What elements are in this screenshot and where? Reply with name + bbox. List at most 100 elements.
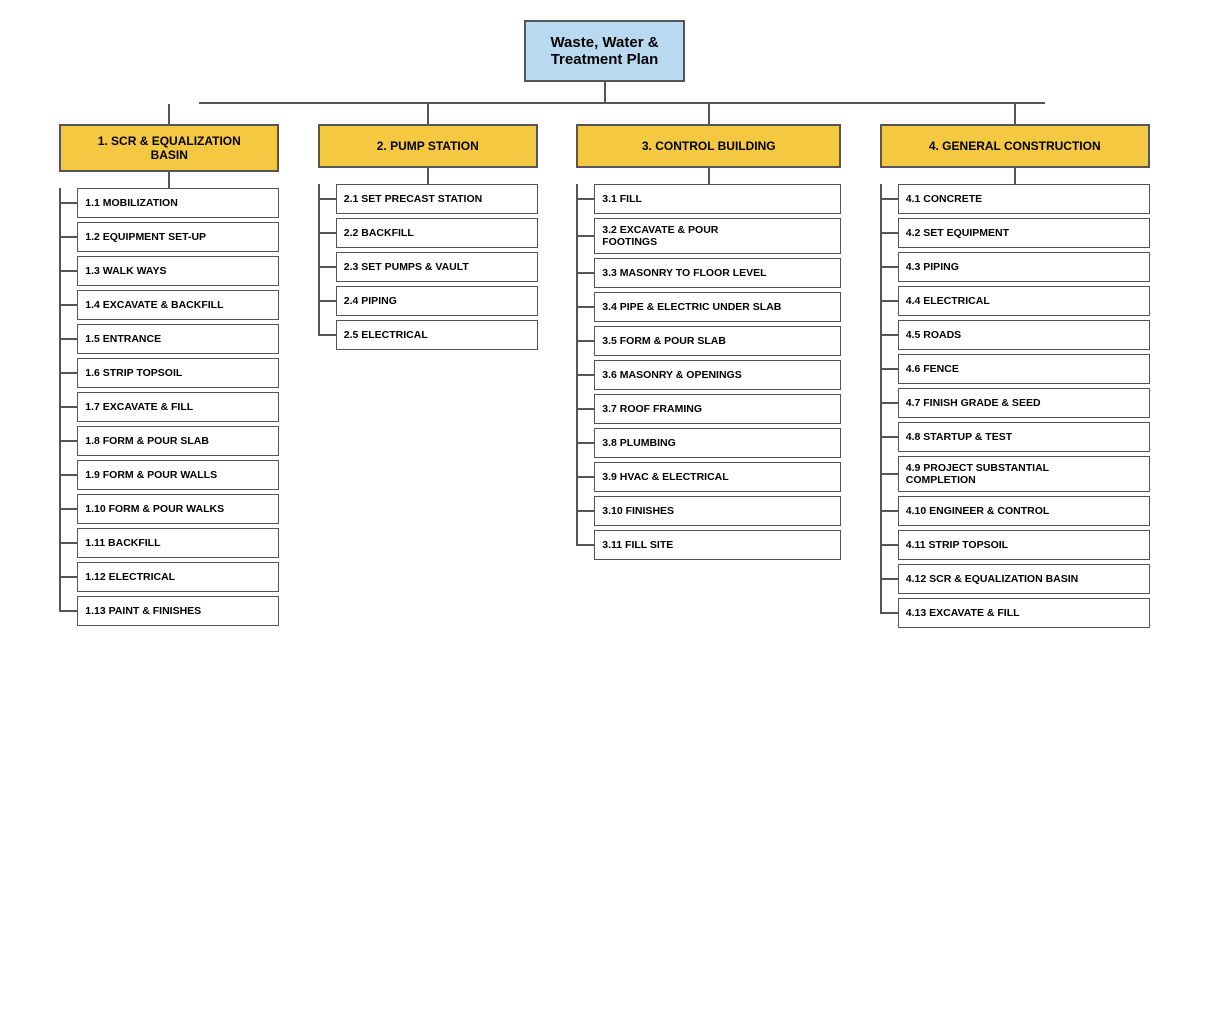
item-row: 4.2 SET EQUIPMENT: [880, 218, 1150, 248]
cat-line-down: [708, 168, 710, 184]
item-box: 3.5 FORM & POUR SLAB: [594, 326, 841, 356]
item-row: 2.4 PIPING: [318, 286, 538, 316]
item-h-line: [880, 473, 898, 475]
cat-box-col2: 2. PUMP STATION: [318, 124, 538, 168]
column-col4: 4. GENERAL CONSTRUCTION 4.1 CONCRETE 4.2 S…: [880, 104, 1150, 632]
item-h-line: [59, 236, 77, 238]
item-h-line: [576, 408, 594, 410]
column-col2: 2. PUMP STATION 2.1 SET PRECAST STATION 2.…: [318, 104, 538, 632]
item-row: 1.8 FORM & POUR SLAB: [59, 426, 279, 456]
col-line-top: [1014, 104, 1016, 124]
item-row: 1.4 EXCAVATE & BACKFILL: [59, 290, 279, 320]
item-box: 3.3 MASONRY TO FLOOR LEVEL: [594, 258, 841, 288]
item-row: 4.3 PIPING: [880, 252, 1150, 282]
item-row: 3.7 ROOF FRAMING: [576, 394, 841, 424]
item-row: 1.2 EQUIPMENT SET-UP: [59, 222, 279, 252]
item-h-line: [59, 338, 77, 340]
item-row: 1.13 PAINT & FINISHES: [59, 596, 279, 626]
item-row: 1.9 FORM & POUR WALLS: [59, 460, 279, 490]
item-row: 2.1 SET PRECAST STATION: [318, 184, 538, 214]
item-box: 4.13 EXCAVATE & FILL: [898, 598, 1150, 628]
item-row: 4.1 CONCRETE: [880, 184, 1150, 214]
item-h-line: [576, 442, 594, 444]
cat-line-down: [1014, 168, 1016, 184]
item-h-line: [880, 578, 898, 580]
item-row: 3.9 HVAC & ELECTRICAL: [576, 462, 841, 492]
item-h-line: [880, 334, 898, 336]
item-h-line: [880, 436, 898, 438]
items-backbone: [576, 184, 578, 545]
item-row: 1.10 FORM & POUR WALKS: [59, 494, 279, 524]
root-box: Waste, Water & Treatment Plan: [524, 20, 684, 82]
item-row: 4.5 ROADS: [880, 320, 1150, 350]
item-row: 3.1 FILL: [576, 184, 841, 214]
item-h-line: [59, 440, 77, 442]
item-h-line: [318, 300, 336, 302]
item-row: 4.4 ELECTRICAL: [880, 286, 1150, 316]
cat-line-down: [427, 168, 429, 184]
item-h-line: [880, 612, 898, 614]
item-h-line: [576, 340, 594, 342]
item-box: 1.7 EXCAVATE & FILL: [77, 392, 279, 422]
item-box: 1.6 STRIP TOPSOIL: [77, 358, 279, 388]
item-row: 2.3 SET PUMPS & VAULT: [318, 252, 538, 282]
item-box: 3.7 ROOF FRAMING: [594, 394, 841, 424]
item-box: 4.8 STARTUP & TEST: [898, 422, 1150, 452]
items-list-col1: 1.1 MOBILIZATION1.2 EQUIPMENT SET-UP1.3 …: [59, 188, 279, 630]
item-box: 3.6 MASONRY & OPENINGS: [594, 360, 841, 390]
item-h-line: [576, 374, 594, 376]
items-backbone: [880, 184, 882, 613]
item-box: 3.1 FILL: [594, 184, 841, 214]
item-row: 4.9 PROJECT SUBSTANTIAL COMPLETION: [880, 456, 1150, 492]
item-row: 3.6 MASONRY & OPENINGS: [576, 360, 841, 390]
item-row: 1.12 ELECTRICAL: [59, 562, 279, 592]
item-row: 3.4 PIPE & ELECTRIC UNDER SLAB: [576, 292, 841, 322]
item-box: 2.3 SET PUMPS & VAULT: [336, 252, 538, 282]
item-box: 3.9 HVAC & ELECTRICAL: [594, 462, 841, 492]
item-h-line: [576, 272, 594, 274]
item-box: 1.2 EQUIPMENT SET-UP: [77, 222, 279, 252]
item-row: 1.11 BACKFILL: [59, 528, 279, 558]
item-h-line: [59, 508, 77, 510]
item-row: 3.3 MASONRY TO FLOOR LEVEL: [576, 258, 841, 288]
column-col1: 1. SCR & EQUALIZATION BASIN1.1 MOBILIZAT…: [59, 104, 279, 632]
item-row: 3.10 FINISHES: [576, 496, 841, 526]
cat-line-down: [168, 172, 170, 188]
item-h-line: [59, 202, 77, 204]
item-box: 1.5 ENTRANCE: [77, 324, 279, 354]
item-h-line: [880, 368, 898, 370]
root-title: Waste, Water & Treatment Plan: [550, 34, 658, 68]
item-box: 2.2 BACKFILL: [336, 218, 538, 248]
item-box: 1.9 FORM & POUR WALLS: [77, 460, 279, 490]
items-backbone: [318, 184, 320, 335]
item-box: 2.4 PIPING: [336, 286, 538, 316]
item-box: 4.7 FINISH GRADE & SEED: [898, 388, 1150, 418]
item-h-line: [59, 576, 77, 578]
item-row: 2.5 ELECTRICAL: [318, 320, 538, 350]
item-box: 1.10 FORM & POUR WALKS: [77, 494, 279, 524]
col-line-top: [708, 104, 710, 124]
item-box: 1.4 EXCAVATE & BACKFILL: [77, 290, 279, 320]
item-h-line: [880, 402, 898, 404]
item-box: 3.10 FINISHES: [594, 496, 841, 526]
item-box: 4.6 FENCE: [898, 354, 1150, 384]
item-box: 4.10 ENGINEER & CONTROL: [898, 496, 1150, 526]
item-box: 4.4 ELECTRICAL: [898, 286, 1150, 316]
cat-box-col4: 4. GENERAL CONSTRUCTION: [880, 124, 1150, 168]
item-row: 4.12 SCR & EQUALIZATION BASIN: [880, 564, 1150, 594]
item-h-line: [576, 510, 594, 512]
item-h-line: [880, 544, 898, 546]
item-box: 4.5 ROADS: [898, 320, 1150, 350]
item-h-line: [59, 610, 77, 612]
item-box: 2.1 SET PRECAST STATION: [336, 184, 538, 214]
item-box: 1.12 ELECTRICAL: [77, 562, 279, 592]
item-box: 2.5 ELECTRICAL: [336, 320, 538, 350]
item-box: 1.11 BACKFILL: [77, 528, 279, 558]
item-box: 3.4 PIPE & ELECTRIC UNDER SLAB: [594, 292, 841, 322]
item-box: 3.11 FILL SITE: [594, 530, 841, 560]
item-h-line: [880, 198, 898, 200]
item-h-line: [318, 198, 336, 200]
item-h-line: [59, 304, 77, 306]
item-h-line: [576, 476, 594, 478]
item-h-line: [880, 300, 898, 302]
